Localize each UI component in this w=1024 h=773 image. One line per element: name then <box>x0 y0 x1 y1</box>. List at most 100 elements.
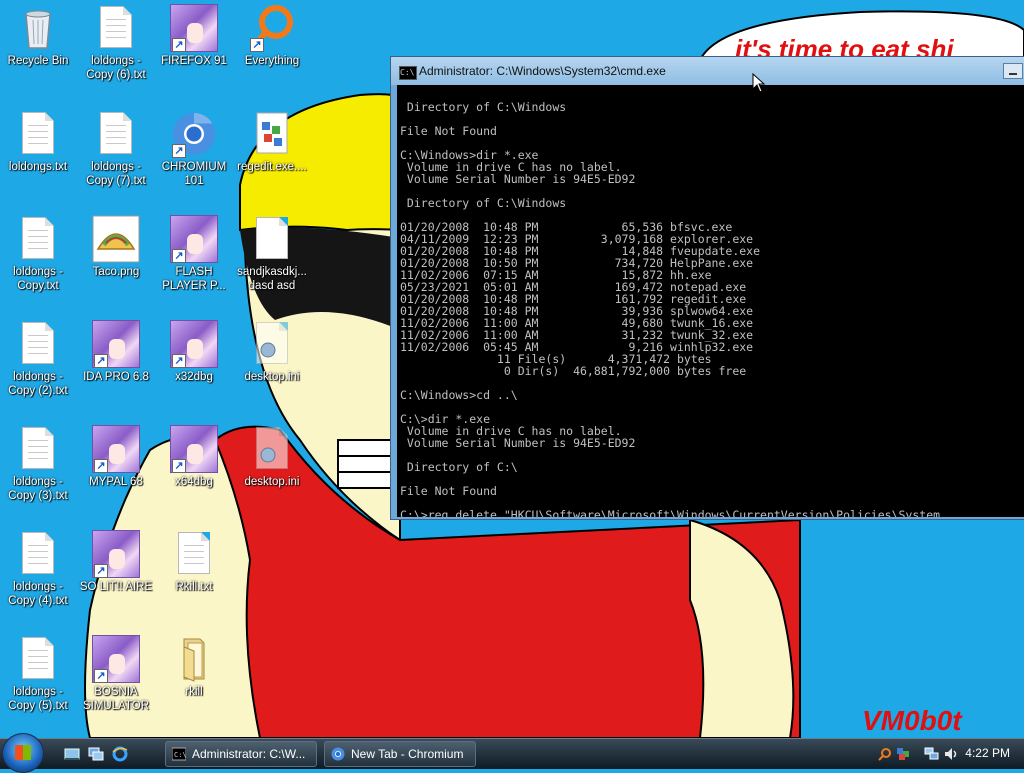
cmd-line: Volume Serial Number is 94E5-ED92 <box>400 172 636 186</box>
registry-tray-icon[interactable] <box>896 747 910 761</box>
desktop-icon-bosnia-simulator[interactable]: ↗ BOSNIA SIMULATOR <box>78 635 154 713</box>
desktop-icon-label: x64dbg <box>175 476 213 488</box>
desktop-icon-chromium-101[interactable]: ↗ CHROMIUM 101 <box>156 110 232 188</box>
search-icon[interactable] <box>878 747 892 761</box>
volume-icon[interactable] <box>944 747 960 761</box>
desktop-icon-label: Taco.png <box>92 266 140 278</box>
desktop-icon-ida-pro[interactable]: ↗ IDA PRO 6.8 <box>78 320 154 384</box>
cmd-line: Directory of C:\Windows <box>400 100 567 114</box>
anime-shortcut-icon: ↗ <box>92 530 140 578</box>
desktop-icon-x32dbg[interactable]: ↗ x32dbg <box>156 320 232 384</box>
start-button[interactable] <box>2 733 44 773</box>
switch-windows-icon[interactable] <box>88 746 104 762</box>
text-file-icon <box>92 110 140 158</box>
text-file-icon <box>14 215 62 263</box>
cmd-line: File Not Found <box>400 124 497 138</box>
desktop-icon-label: IDA PRO 6.8 <box>83 371 149 383</box>
taskbar-button-chromium[interactable]: New Tab - Chromium <box>324 741 476 767</box>
desktop-icon-x64dbg[interactable]: ↗ x64dbg <box>156 425 232 489</box>
desktop-icon-rkill-folder[interactable]: rkill <box>156 635 232 699</box>
desktop-icon-label: loldongs.txt <box>8 161 68 173</box>
settings-file-icon <box>248 320 296 368</box>
desktop-icon-mypal[interactable]: ↗ MYPAL 68 <box>78 425 154 489</box>
desktop-icon-loldongs-copy[interactable]: loldongs - Copy.txt <box>0 215 76 293</box>
clock[interactable]: 4:22 PM <box>965 746 1010 760</box>
desktop-icon-firefox-91[interactable]: ↗ FIREFOX 91 <box>156 4 232 68</box>
mouse-cursor-icon <box>752 73 766 93</box>
desktop-icon-label: loldongs - Copy (7).txt <box>86 161 146 187</box>
desktop-icon-label: desktop.ini <box>244 371 300 383</box>
cmd-icon: C:\ <box>399 66 417 80</box>
desktop-icon-label: BOSNIA SIMULATOR <box>82 686 150 712</box>
desktop-icon-label: FLASH PLAYER P... <box>162 266 226 292</box>
text-file-icon <box>92 4 140 52</box>
cmd-icon: C:\ <box>172 747 186 761</box>
desktop-icon-label: CHROMIUM 101 <box>161 161 227 187</box>
desktop-icon-label: Recycle Bin <box>7 55 69 67</box>
taskbar-button-label: New Tab - Chromium <box>351 747 464 761</box>
desktop-icon-rkill-txt[interactable]: Rkill.txt <box>156 530 232 594</box>
cmd-window[interactable]: C:\ Administrator: C:\Windows\System32\c… <box>390 56 1024 520</box>
desktop-icon-so-lit-aire[interactable]: ↗ SO LIT!! AIRE <box>78 530 154 594</box>
cmd-line: File Not Found <box>400 484 497 498</box>
cmd-line: C:\>reg delete "HKCU\Software\Microsoft\… <box>400 508 941 517</box>
system-tray: 4:22 PM <box>864 739 1024 769</box>
text-file-icon <box>14 425 62 473</box>
desktop-icon-label: loldongs - Copy (2).txt <box>8 371 68 397</box>
desktop-icon-desktop-ini-2[interactable]: desktop.ini <box>234 425 310 489</box>
internet-explorer-icon[interactable] <box>112 746 128 762</box>
taskbar-button-cmd[interactable]: C:\ Administrator: C:\W... <box>165 741 317 767</box>
text-file-icon <box>14 320 62 368</box>
blank-file-icon <box>248 215 296 263</box>
text-file-icon <box>14 110 62 158</box>
desktop-icon-label: SO LIT!! AIRE <box>79 581 153 593</box>
desktop-icon-desktop-ini-1[interactable]: desktop.ini <box>234 320 310 384</box>
desktop-icon-sandjkasdkj[interactable]: sandjkasdkj... dasd asd <box>234 215 310 293</box>
taskbar-button-label: Administrator: C:\W... <box>192 747 306 761</box>
desktop-icon-label: sandjkasdkj... dasd asd <box>237 266 307 292</box>
cmd-window-title: Administrator: C:\Windows\System32\cmd.e… <box>419 64 666 78</box>
text-file-icon <box>14 635 62 683</box>
desktop-icon-loldongs-copy-4[interactable]: loldongs - Copy (4).txt <box>0 530 76 608</box>
desktop-icon-loldongs-copy-5[interactable]: loldongs - Copy (5).txt <box>0 635 76 713</box>
desktop-icon-loldongs-copy-6[interactable]: loldongs - Copy (6).txt <box>78 4 154 82</box>
folder-icon <box>170 635 218 683</box>
minimize-button[interactable] <box>1003 63 1023 79</box>
chromium-icon: ↗ <box>170 110 218 158</box>
network-icon[interactable] <box>924 747 940 761</box>
cmd-console[interactable]: Directory of C:\Windows File Not Found C… <box>397 85 1024 517</box>
desktop: it's time to eat shi VM0b0t Recycle Bin … <box>0 0 1024 738</box>
cmd-output: Directory of C:\Windows File Not Found C… <box>397 85 1024 517</box>
desktop-icon-recycle-bin[interactable]: Recycle Bin <box>0 4 76 68</box>
desktop-icon-label: MYPAL 68 <box>89 476 143 488</box>
desktop-icon-label: desktop.ini <box>244 476 300 488</box>
desktop-icon-loldongs-copy-3[interactable]: loldongs - Copy (3).txt <box>0 425 76 503</box>
wallpaper-signature: VM0b0t <box>862 705 963 736</box>
cmd-line: 0 Dir(s) 46,881,792,000 bytes free <box>400 364 747 378</box>
desktop-icon-everything[interactable]: ↗ Everything <box>234 4 310 68</box>
desktop-icon-flash-player[interactable]: ↗ FLASH PLAYER P... <box>156 215 232 293</box>
show-desktop-icon[interactable] <box>64 746 80 762</box>
anime-shortcut-icon: ↗ <box>92 425 140 473</box>
desktop-icon-taco-png[interactable]: Taco.png <box>78 215 154 279</box>
everything-search-icon: ↗ <box>248 4 296 52</box>
anime-shortcut-icon: ↗ <box>170 320 218 368</box>
desktop-icon-label: loldongs - Copy (6).txt <box>86 55 146 81</box>
anime-shortcut-icon: ↗ <box>92 635 140 683</box>
cmd-line: Volume Serial Number is 94E5-ED92 <box>400 436 636 450</box>
desktop-icon-loldongs-copy-7[interactable]: loldongs - Copy (7).txt <box>78 110 154 188</box>
text-file-icon <box>170 530 218 578</box>
desktop-icon-label: regedit.exe.... <box>237 161 307 173</box>
desktop-icon-loldongs-copy-2[interactable]: loldongs - Copy (2).txt <box>0 320 76 398</box>
desktop-icon-label: Rkill.txt <box>175 581 213 593</box>
desktop-icon-label: FIREFOX 91 <box>161 55 227 67</box>
cmd-title-bar[interactable]: C:\ Administrator: C:\Windows\System32\c… <box>391 57 1024 85</box>
anime-shortcut-icon: ↗ <box>92 320 140 368</box>
desktop-icon-regedit[interactable]: regedit.exe.... <box>234 110 310 174</box>
desktop-icon-loldongs-txt[interactable]: loldongs.txt <box>0 110 76 174</box>
cmd-line: Directory of C:\ <box>400 460 518 474</box>
desktop-icon-label: Everything <box>244 55 300 67</box>
text-file-icon <box>14 530 62 578</box>
settings-file-icon <box>248 425 296 473</box>
chromium-icon <box>331 747 345 761</box>
